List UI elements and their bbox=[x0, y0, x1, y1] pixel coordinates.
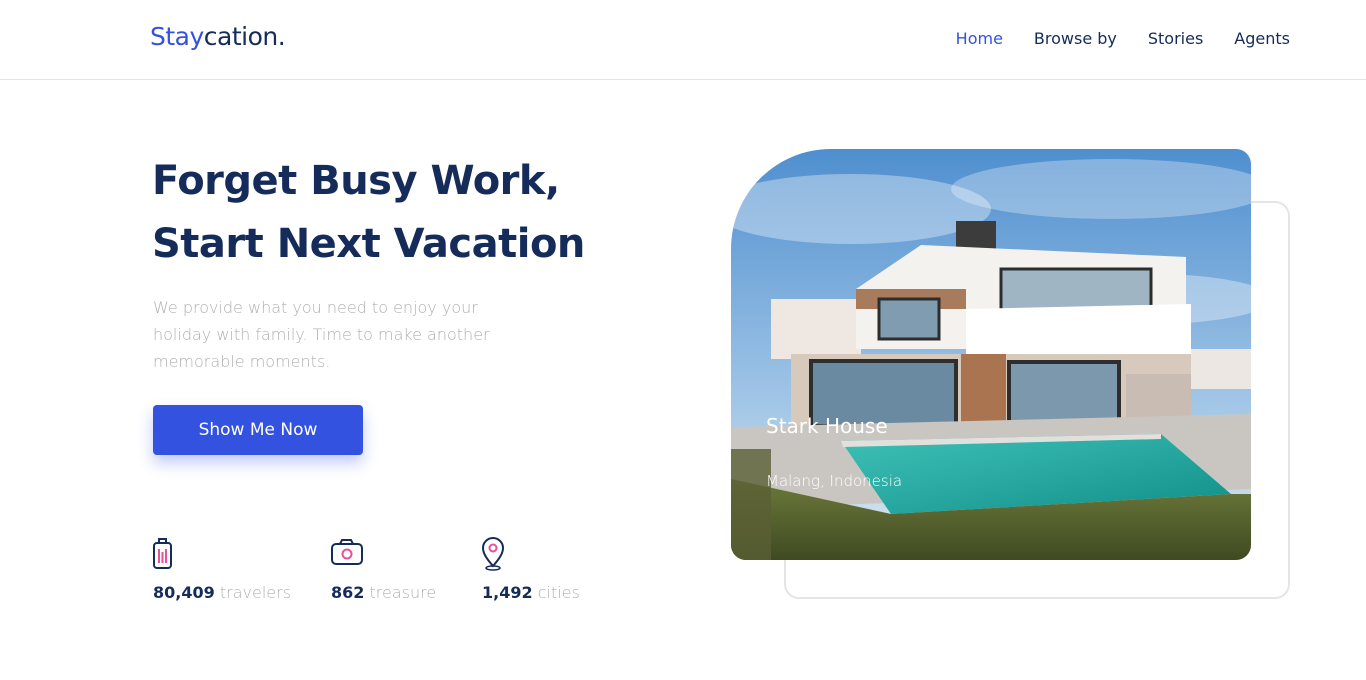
logo-part-cation: cation. bbox=[203, 22, 286, 51]
hero-headline: Forget Busy Work, Start Next Vacation bbox=[152, 150, 585, 276]
brand-logo[interactable]: Staycation. bbox=[150, 22, 286, 51]
stat-value: 1,492 bbox=[482, 583, 533, 602]
stat-unit: cities bbox=[537, 583, 580, 602]
hero-headline-line-1: Forget Busy Work, bbox=[152, 158, 560, 204]
stat-travelers-text: 80,409 travelers bbox=[153, 583, 291, 602]
stat-value: 862 bbox=[331, 583, 365, 602]
nav-item-home[interactable]: Home bbox=[956, 29, 1003, 48]
camera-icon bbox=[331, 539, 363, 565]
featured-location: Malang, Indonesia bbox=[766, 472, 903, 490]
featured-title: Stark House bbox=[766, 414, 888, 438]
stat-cities-text: 1,492 cities bbox=[482, 583, 580, 602]
logo-part-stay: Stay bbox=[150, 22, 204, 51]
suitcase-icon bbox=[153, 538, 172, 569]
stat-unit: travelers bbox=[219, 583, 292, 602]
hero-description: We provide what you need to enjoy your h… bbox=[153, 298, 490, 371]
nav-item-stories[interactable]: Stories bbox=[1148, 29, 1203, 48]
stat-treasure: 862 treasure bbox=[331, 536, 436, 602]
site-header: Staycation. Home Browse by Stories Agent… bbox=[0, 0, 1366, 80]
featured-house-image[interactable] bbox=[731, 149, 1251, 560]
stat-value: 80,409 bbox=[153, 583, 215, 602]
map-pin-icon bbox=[481, 537, 505, 571]
stat-treasure-text: 862 treasure bbox=[331, 583, 436, 602]
hero-headline-line-2: Start Next Vacation bbox=[152, 221, 585, 267]
stat-unit: treasure bbox=[369, 583, 437, 602]
stat-travelers: 80,409 travelers bbox=[153, 536, 291, 602]
stat-cities: 1,492 cities bbox=[481, 536, 580, 602]
nav-item-agents[interactable]: Agents bbox=[1234, 29, 1290, 48]
house-illustration bbox=[731, 149, 1251, 560]
show-me-now-button[interactable]: Show Me Now bbox=[153, 405, 363, 455]
nav-item-browse-by[interactable]: Browse by bbox=[1034, 29, 1117, 48]
main-nav: Home Browse by Stories Agents bbox=[956, 29, 1290, 48]
